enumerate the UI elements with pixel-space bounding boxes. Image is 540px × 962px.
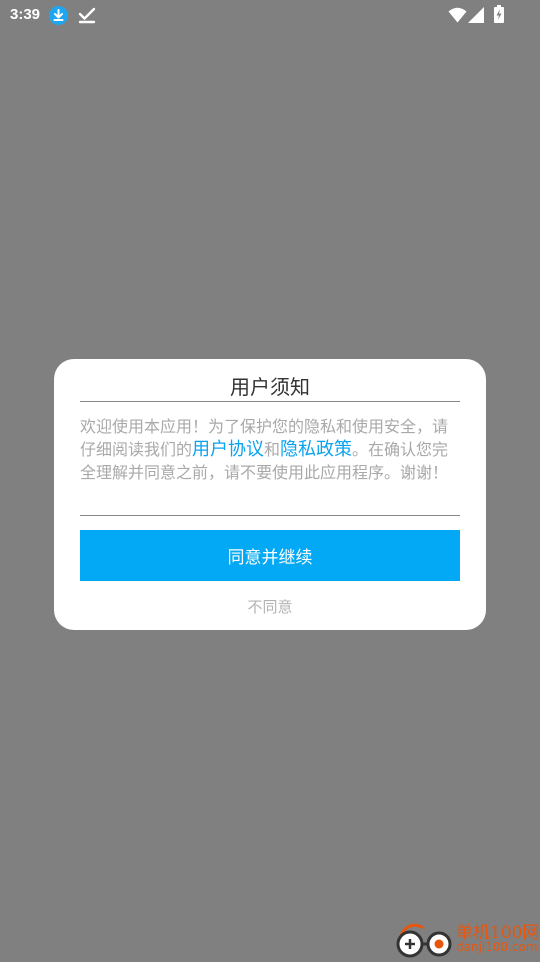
user-notice-dialog: 用户须知 欢迎使用本应用！为了保护您的隐私和使用安全，请仔细阅读我们的用户协议和… bbox=[54, 359, 486, 630]
title-divider bbox=[80, 401, 460, 402]
status-time: 3:39 bbox=[10, 6, 41, 23]
watermark: 单机100网 danji100.com bbox=[390, 914, 540, 960]
body-divider bbox=[80, 515, 460, 516]
download-icon bbox=[49, 6, 68, 25]
dialog-body: 欢迎使用本应用！为了保护您的隐私和使用安全，请仔细阅读我们的用户协议和隐私政策。… bbox=[80, 415, 460, 484]
status-bar: 3:39 bbox=[0, 0, 540, 32]
user-agreement-link[interactable]: 用户协议 bbox=[192, 439, 264, 460]
watermark-logo-icon bbox=[393, 920, 453, 958]
privacy-policy-link[interactable]: 隐私政策 bbox=[280, 439, 352, 460]
decline-button[interactable]: 不同意 bbox=[80, 593, 460, 619]
agree-continue-button[interactable]: 同意并继续 bbox=[80, 530, 460, 581]
watermark-domain: danji100.com bbox=[456, 940, 538, 954]
dialog-title: 用户须知 bbox=[230, 375, 310, 399]
signal-icon bbox=[468, 7, 484, 23]
battery-icon bbox=[494, 5, 504, 23]
body-conjunction: 和 bbox=[264, 440, 281, 459]
check-icon bbox=[78, 6, 96, 24]
wifi-icon bbox=[448, 7, 467, 23]
